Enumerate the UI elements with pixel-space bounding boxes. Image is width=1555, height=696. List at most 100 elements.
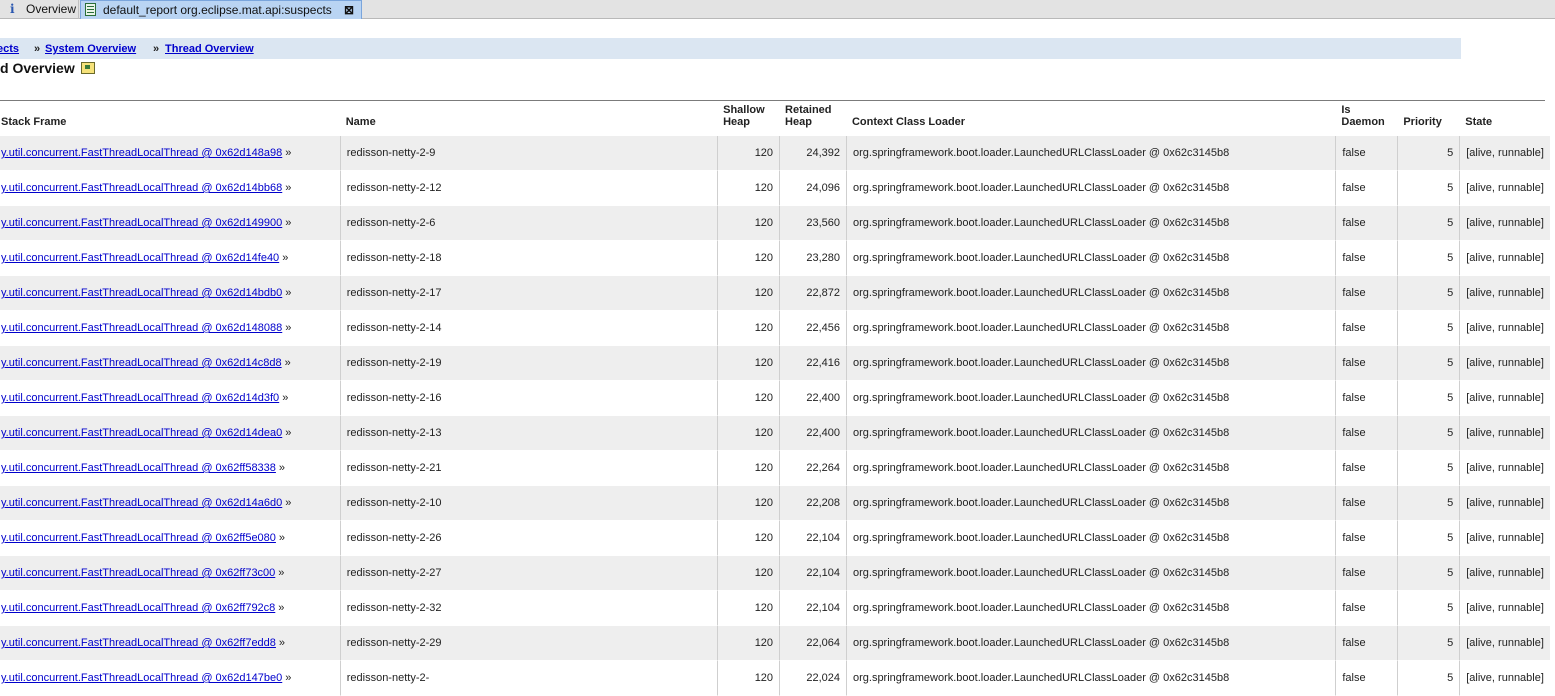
cell-context-class-loader: org.springframework.boot.loader.Launched… [845, 171, 1336, 206]
cell-stack-frame: y.util.concurrent.FastThreadLocalThread … [0, 416, 340, 451]
cell-is-daemon: false [1335, 486, 1398, 521]
cell-priority: 5 [1397, 451, 1460, 486]
stack-frame-link[interactable]: y.util.concurrent.FastThreadLocalThread … [1, 322, 282, 334]
table-row[interactable]: y.util.concurrent.FastThreadLocalThread … [0, 626, 1550, 661]
table-row[interactable]: y.util.concurrent.FastThreadLocalThread … [0, 171, 1550, 206]
expand-chevron-icon[interactable]: » [285, 357, 291, 369]
column-header-retained-heap[interactable]: Retained Heap [779, 101, 846, 136]
stack-frame-link[interactable]: y.util.concurrent.FastThreadLocalThread … [1, 392, 279, 404]
tab-overview[interactable]: i Overview [0, 0, 79, 19]
stack-frame-link[interactable]: y.util.concurrent.FastThreadLocalThread … [1, 462, 276, 474]
cell-context-class-loader: org.springframework.boot.loader.Launched… [845, 591, 1336, 626]
cell-stack-frame: y.util.concurrent.FastThreadLocalThread … [0, 556, 340, 591]
cell-is-daemon: false [1335, 591, 1398, 626]
breadcrumb-link-thread-overview[interactable]: Thread Overview [165, 43, 254, 55]
cell-context-class-loader: org.springframework.boot.loader.Launched… [845, 136, 1336, 171]
cell-retained-heap: 23,560 [779, 206, 846, 241]
breadcrumb-separator: » [34, 43, 41, 55]
cell-priority: 5 [1397, 206, 1460, 241]
cell-name: redisson-netty-2-27 [339, 556, 718, 591]
stack-frame-link[interactable]: y.util.concurrent.FastThreadLocalThread … [1, 602, 275, 614]
cell-shallow-heap: 120 [717, 416, 780, 451]
stack-frame-link[interactable]: y.util.concurrent.FastThreadLocalThread … [1, 532, 276, 544]
column-header-shallow-heap[interactable]: Shallow Heap [717, 101, 780, 136]
cell-priority: 5 [1397, 486, 1460, 521]
close-tab-icon[interactable]: ⊠ [343, 1, 355, 19]
table-row[interactable]: y.util.concurrent.FastThreadLocalThread … [0, 486, 1550, 521]
expand-chevron-icon[interactable]: » [285, 182, 291, 194]
tab-default-report[interactable]: default_report org.eclipse.mat.api:suspe… [80, 0, 362, 19]
column-header-is-daemon[interactable]: Is Daemon [1335, 101, 1398, 136]
breadcrumb-link-system-overview[interactable]: System Overview [45, 43, 136, 55]
column-header-stack-frame[interactable]: Stack Frame [0, 101, 340, 136]
expand-chevron-icon[interactable]: » [285, 497, 291, 509]
expand-chevron-icon[interactable]: » [279, 462, 285, 474]
cell-state: [alive, runnable] [1459, 276, 1550, 311]
cell-shallow-heap: 120 [717, 206, 780, 241]
expand-chevron-icon[interactable]: » [285, 322, 291, 334]
cell-retained-heap: 24,392 [779, 136, 846, 171]
table-row[interactable]: y.util.concurrent.FastThreadLocalThread … [0, 136, 1550, 171]
cell-shallow-heap: 120 [717, 556, 780, 591]
table-row[interactable]: y.util.concurrent.FastThreadLocalThread … [0, 206, 1550, 241]
column-header-priority[interactable]: Priority [1397, 101, 1460, 136]
table-row[interactable]: y.util.concurrent.FastThreadLocalThread … [0, 521, 1550, 556]
column-header-context-class-loader[interactable]: Context Class Loader [845, 101, 1336, 136]
cell-state: [alive, runnable] [1459, 171, 1550, 206]
table-row[interactable]: y.util.concurrent.FastThreadLocalThread … [0, 381, 1550, 416]
expand-chevron-icon[interactable]: » [282, 252, 288, 264]
cell-stack-frame: y.util.concurrent.FastThreadLocalThread … [0, 626, 340, 661]
breadcrumb-item-system-overview[interactable]: System Overview [45, 38, 136, 60]
column-header-state[interactable]: State [1459, 101, 1550, 136]
cell-context-class-loader: org.springframework.boot.loader.Launched… [845, 661, 1336, 696]
stack-frame-link[interactable]: y.util.concurrent.FastThreadLocalThread … [1, 427, 282, 439]
expand-chevron-icon[interactable]: » [285, 147, 291, 159]
query-icon[interactable] [80, 62, 95, 74]
table-row[interactable]: y.util.concurrent.FastThreadLocalThread … [0, 416, 1550, 451]
stack-frame-link[interactable]: y.util.concurrent.FastThreadLocalThread … [1, 497, 282, 509]
cell-retained-heap: 22,872 [779, 276, 846, 311]
expand-chevron-icon[interactable]: » [285, 217, 291, 229]
stack-frame-link[interactable]: y.util.concurrent.FastThreadLocalThread … [1, 252, 279, 264]
table-row[interactable]: y.util.concurrent.FastThreadLocalThread … [0, 661, 1550, 696]
stack-frame-link[interactable]: y.util.concurrent.FastThreadLocalThread … [1, 182, 282, 194]
expand-chevron-icon[interactable]: » [285, 287, 291, 299]
table-row[interactable]: y.util.concurrent.FastThreadLocalThread … [0, 556, 1550, 591]
expand-chevron-icon[interactable]: » [285, 672, 291, 684]
stack-frame-link[interactable]: y.util.concurrent.FastThreadLocalThread … [1, 287, 282, 299]
expand-chevron-icon[interactable]: » [285, 427, 291, 439]
cell-stack-frame: y.util.concurrent.FastThreadLocalThread … [0, 171, 340, 206]
breadcrumb-item-thread-overview[interactable]: Thread Overview [165, 38, 254, 60]
stack-frame-link[interactable]: y.util.concurrent.FastThreadLocalThread … [1, 147, 282, 159]
cell-is-daemon: false [1335, 136, 1398, 171]
expand-chevron-icon[interactable]: » [282, 392, 288, 404]
cell-priority: 5 [1397, 311, 1460, 346]
expand-chevron-icon[interactable]: » [278, 567, 284, 579]
stack-frame-link[interactable]: y.util.concurrent.FastThreadLocalThread … [1, 217, 282, 229]
stack-frame-link[interactable]: y.util.concurrent.FastThreadLocalThread … [1, 672, 282, 684]
expand-chevron-icon[interactable]: » [279, 637, 285, 649]
stack-frame-link[interactable]: y.util.concurrent.FastThreadLocalThread … [1, 637, 276, 649]
expand-chevron-icon[interactable]: » [278, 602, 284, 614]
cell-is-daemon: false [1335, 381, 1398, 416]
thread-table: Stack Frame Name Shallow Heap Retained H… [0, 101, 1550, 696]
column-header-name[interactable]: Name [339, 101, 718, 136]
stack-frame-link[interactable]: y.util.concurrent.FastThreadLocalThread … [1, 567, 275, 579]
cell-retained-heap: 22,416 [779, 346, 846, 381]
table-row[interactable]: y.util.concurrent.FastThreadLocalThread … [0, 276, 1550, 311]
expand-chevron-icon[interactable]: » [279, 532, 285, 544]
table-row[interactable]: y.util.concurrent.FastThreadLocalThread … [0, 346, 1550, 381]
cell-state: [alive, runnable] [1459, 241, 1550, 276]
cell-name: redisson-netty-2-26 [339, 521, 718, 556]
breadcrumb-link-suspects[interactable]: ects [0, 43, 19, 55]
breadcrumb-item-suspects[interactable]: ects [0, 38, 19, 60]
table-row[interactable]: y.util.concurrent.FastThreadLocalThread … [0, 451, 1550, 486]
cell-shallow-heap: 120 [717, 136, 780, 171]
table-row[interactable]: y.util.concurrent.FastThreadLocalThread … [0, 311, 1550, 346]
table-row[interactable]: y.util.concurrent.FastThreadLocalThread … [0, 591, 1550, 626]
cell-is-daemon: false [1335, 206, 1398, 241]
stack-frame-link[interactable]: y.util.concurrent.FastThreadLocalThread … [1, 357, 282, 369]
cell-stack-frame: y.util.concurrent.FastThreadLocalThread … [0, 591, 340, 626]
cell-name: redisson-netty-2-14 [339, 311, 718, 346]
table-row[interactable]: y.util.concurrent.FastThreadLocalThread … [0, 241, 1550, 276]
